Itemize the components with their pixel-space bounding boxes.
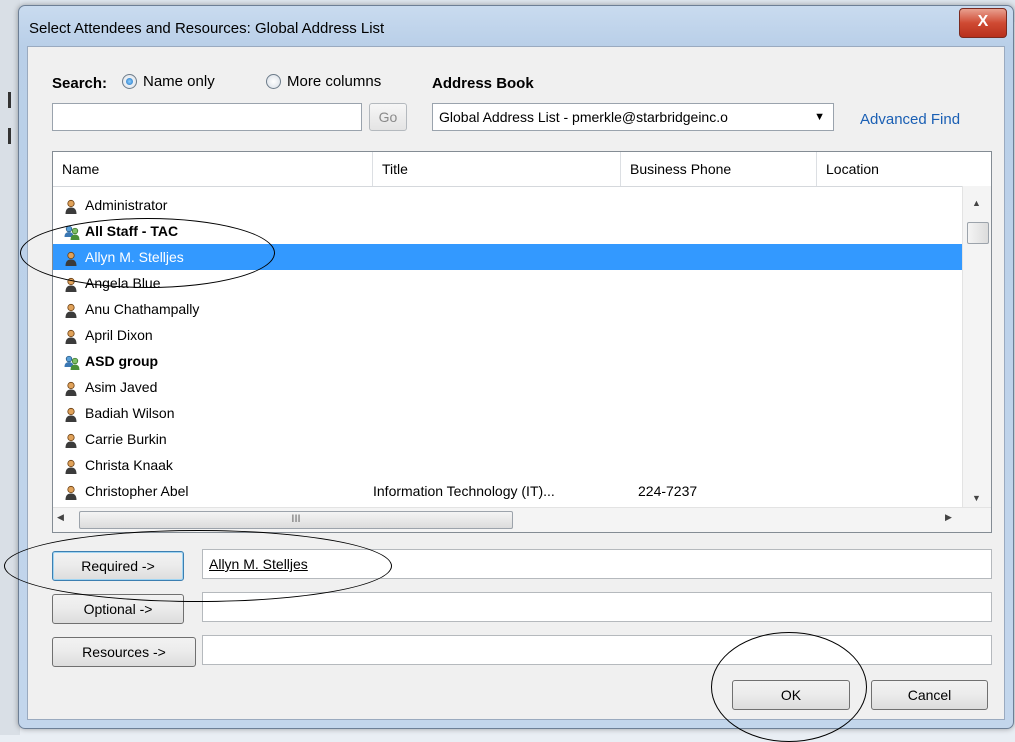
resources-field[interactable] [202,635,992,665]
radio-more-columns-label: More columns [287,73,382,90]
list-row[interactable]: Christopher Abel Information Technology (… [53,478,963,504]
user-icon [63,379,79,396]
group-icon [63,223,80,240]
address-book-selected: Global Address List - pmerkle@starbridge… [439,109,728,125]
dialog-client-area: Search: Name only More columns Address B… [27,46,1005,720]
row-name: Asim Javed [85,379,158,395]
address-book-label: Address Book [432,75,534,92]
optional-field[interactable] [202,592,992,622]
list-header: Name Title Business Phone Location [53,152,991,187]
horizontal-scrollbar-thumb[interactable]: III [79,511,513,529]
search-input[interactable] [52,103,362,131]
list-row[interactable]: Badiah Wilson [53,400,963,426]
select-attendees-dialog: Select Attendees and Resources: Global A… [18,5,1014,729]
list-row[interactable]: All Staff - TAC [53,218,963,244]
scrollbar-thumb[interactable] [967,222,989,244]
address-list: Name Title Business Phone Location Admin… [52,151,992,533]
address-book-select[interactable]: Global Address List - pmerkle@starbridge… [432,103,834,131]
go-button[interactable]: Go [369,103,407,131]
horizontal-scrollbar[interactable]: ◀ III ▶ [53,507,991,532]
row-name: Badiah Wilson [85,405,175,421]
row-name: Christopher Abel [85,483,189,499]
user-icon [63,197,79,214]
scroll-down-icon[interactable]: ▼ [972,493,981,503]
row-name: Anu Chathampally [85,301,200,317]
column-header-business-phone[interactable]: Business Phone [621,152,817,186]
row-name: Allyn M. Stelljes [85,249,184,265]
required-button[interactable]: Required -> [52,551,184,581]
user-icon [63,457,79,474]
row-name: All Staff - TAC [85,223,179,239]
user-icon [63,405,79,422]
list-row[interactable]: Allyn M. Stelljes [53,244,963,270]
vertical-scrollbar[interactable]: ▲ ▼ [962,186,991,509]
row-title: Information Technology (IT)... [373,483,555,499]
cancel-button[interactable]: Cancel [871,680,988,710]
ok-button[interactable]: OK [732,680,850,710]
optional-button[interactable]: Optional -> [52,594,184,624]
resources-button[interactable]: Resources -> [52,637,196,667]
radio-more-columns[interactable]: More columns [266,73,381,90]
search-label: Search: [52,75,108,92]
advanced-find-link[interactable]: Advanced Find [860,111,960,128]
radio-name-only-label: Name only [143,73,215,90]
background-app-edge [0,0,20,735]
required-attendee: Allyn M. Stelljes [209,556,308,572]
list-row[interactable]: Christa Knaak [53,452,963,478]
scroll-left-icon[interactable]: ◀ [57,512,64,523]
background-mark [8,128,11,144]
column-header-name[interactable]: Name [53,152,373,186]
background-mark [8,92,11,108]
list-row[interactable]: Angela Blue [53,270,963,296]
row-name: Christa Knaak [85,457,173,473]
user-icon [63,275,79,292]
group-icon [63,353,80,370]
row-name: ASD group [85,353,159,369]
user-icon [63,301,79,318]
scroll-up-icon[interactable]: ▲ [972,198,981,208]
row-name: April Dixon [85,327,153,343]
chevron-down-icon: ▼ [814,111,825,123]
required-field[interactable]: Allyn M. Stelljes [202,549,992,579]
row-name: Administrator [85,197,168,213]
radio-unselected-icon [266,74,281,89]
user-icon [63,327,79,344]
user-icon [63,249,79,266]
list-rows: Administrator All Staff - TAC Allyn M. Ste… [53,192,963,504]
list-row[interactable]: Asim Javed [53,374,963,400]
column-header-location[interactable]: Location [817,152,991,186]
row-name: Angela Blue [85,275,161,291]
radio-selected-icon [122,74,137,89]
list-row[interactable]: Administrator [53,192,963,218]
title-bar: Select Attendees and Resources: Global A… [19,6,1013,44]
list-row[interactable]: ASD group [53,348,963,374]
scroll-right-icon[interactable]: ▶ [945,512,952,523]
radio-name-only[interactable]: Name only [122,73,215,90]
column-header-title[interactable]: Title [373,152,621,186]
row-phone: 224-7237 [638,483,698,499]
close-button[interactable]: X [959,8,1007,38]
list-row[interactable]: Carrie Burkin [53,426,963,452]
user-icon [63,483,79,500]
row-name: Carrie Burkin [85,431,167,447]
list-row[interactable]: April Dixon [53,322,963,348]
window-title: Select Attendees and Resources: Global A… [29,20,385,37]
user-icon [63,431,79,448]
list-row[interactable]: Anu Chathampally [53,296,963,322]
